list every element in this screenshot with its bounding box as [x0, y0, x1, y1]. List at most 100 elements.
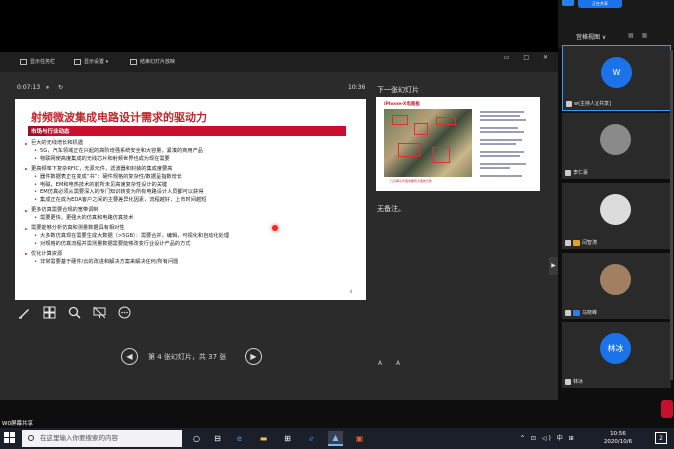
- participant-tile[interactable]: 李仁豪: [562, 113, 671, 179]
- participant-name: 马晓峰: [582, 310, 598, 316]
- windows-start-icon[interactable]: [4, 432, 16, 444]
- component-highlight: [436, 117, 456, 125]
- taskbar-clock[interactable]: 10:56 2020/10/6: [598, 430, 638, 446]
- next-slide-thumbnail[interactable]: iPhone-X电路板 几乎每平方毫米都有大量的元件: [376, 97, 540, 191]
- chevron-right-icon[interactable]: ▶: [549, 257, 558, 275]
- slide-bullet: 非常需要基于硬件/云的改进和解决方案来解决任何/所有问题: [23, 259, 358, 267]
- zoom-icon[interactable]: [66, 304, 83, 321]
- text-line: [480, 127, 518, 129]
- grid-icon[interactable]: [41, 304, 58, 321]
- component-highlight: [414, 123, 428, 135]
- slide-bullet: 对规格的仿真流程并需测量数据需要能够改变行业设计产品的方式: [23, 241, 358, 249]
- text-line: [480, 119, 526, 121]
- elapsed-timer: 0:07:13: [17, 84, 41, 91]
- next-slide-title: iPhone-X电路板: [384, 102, 420, 107]
- timer-row: 0:07:13 ⏸ ↻ 10:36: [0, 84, 558, 96]
- mic-icon: [565, 239, 571, 246]
- text-line: [480, 143, 516, 145]
- notification-center-icon[interactable]: 2: [655, 432, 667, 444]
- text-line: [480, 163, 526, 165]
- display-settings-button[interactable]: 显示设置 ▾: [74, 58, 108, 67]
- text-line: [480, 175, 522, 177]
- store-icon[interactable]: ⊞: [280, 431, 295, 446]
- slide-page-number: 4: [349, 289, 352, 294]
- speaker-notes: 无备注。: [377, 205, 405, 213]
- participant-name: 闫智涛: [582, 240, 598, 246]
- next-slide-label: 下一张幻灯片: [377, 86, 419, 94]
- participant-name: 林冰: [573, 379, 584, 385]
- avatar: W: [601, 57, 632, 88]
- slide-counter: 第 4 张幻灯片，共 37 张: [148, 353, 227, 361]
- font-size-controls[interactable]: A A: [378, 360, 406, 367]
- pause-icon[interactable]: ⏸: [46, 84, 49, 92]
- participant-name-row: w(主持人)[共享]: [566, 100, 611, 107]
- search-placeholder: 在这里输入你要搜索的内容: [40, 434, 118, 442]
- component-highlight: [432, 147, 450, 163]
- slide-bullet-list: 巨大的无线增长和机遇5G，汽车领域正在兴起的高阶增强系统安全和大容量，紧凑的商用…: [23, 140, 358, 267]
- desktop-screen: 显示任务栏 显示设置 ▾ 结束幻灯片放映 ▭ □ ✕ 0:07:13 ⏸ ↻ 1…: [0, 0, 674, 449]
- clock-time: 10:56: [610, 431, 626, 437]
- chevron-left-icon[interactable]: ◀: [121, 348, 138, 365]
- text-line: [480, 167, 510, 169]
- participant-tile[interactable]: Ww(主持人)[共享]: [562, 45, 671, 111]
- text-line: [480, 131, 524, 133]
- layout-icon[interactable]: ▦ ▦: [628, 32, 650, 39]
- current-slide: 射频微波集成电路设计需求的驱动力 市场与行业动态 巨大的无线增长和机遇5G，汽车…: [15, 99, 366, 300]
- avatar: 林冰: [600, 333, 631, 364]
- participant-name-row: 林冰: [565, 378, 583, 385]
- ie-icon[interactable]: ℯ: [304, 431, 319, 446]
- task-switch-icon[interactable]: ⊟: [210, 431, 225, 446]
- system-tray[interactable]: ^ ⊡ ◁) 中 ⊞: [520, 433, 576, 442]
- slide-bullet: 5G，汽车领域正在兴起的高阶增强系统安全和大容量，紧凑的商用产品: [23, 148, 358, 156]
- reset-icon[interactable]: ↻: [58, 84, 63, 91]
- more-icon[interactable]: [116, 304, 133, 321]
- cast-icon[interactable]: [661, 400, 673, 418]
- mic-icon: [565, 378, 571, 385]
- screen-icon[interactable]: [91, 304, 108, 321]
- end-show-label: 结束幻灯片放映: [140, 59, 176, 65]
- text-line: [480, 151, 524, 153]
- component-highlight: [392, 115, 408, 125]
- search-icon: [28, 435, 34, 441]
- slide-bullet: 优化计算资源: [23, 251, 358, 259]
- next-slide-caption: 几乎每平方毫米都有大量的元件: [390, 179, 433, 183]
- window-controls[interactable]: ▭ □ ✕: [504, 54, 554, 61]
- mic-icon: [566, 100, 572, 107]
- task-view-icon[interactable]: ○: [189, 431, 204, 446]
- text-line: [480, 155, 520, 157]
- end-show-button[interactable]: 结束幻灯片放映: [130, 58, 175, 67]
- circuit-board-image: [384, 109, 472, 177]
- show-taskbar-label: 显示任务栏: [30, 59, 56, 65]
- file-explorer-icon[interactable]: ▬: [256, 431, 271, 446]
- participant-tile[interactable]: 马晓峰: [562, 253, 671, 319]
- slide-bullet: 大多数仿真现在需要生成大数据（>5GB）：需要合并，编辑，可视化和自动化处理: [23, 233, 358, 241]
- avatar: [600, 264, 631, 295]
- participant-tile[interactable]: 闫智涛: [562, 183, 671, 249]
- powerpoint-icon[interactable]: ▣: [352, 431, 367, 446]
- show-taskbar-button[interactable]: 显示任务栏: [20, 58, 55, 67]
- gallery-view-toggle[interactable]: 宫格视图 ∨: [576, 32, 606, 41]
- slide-bullet: 需要能够分析仿真和测量数据具有相对性: [23, 225, 358, 233]
- slide-bullet: 更高频率下复杂RFIC，无源元件，滤波器和封装的集成度要高: [23, 166, 358, 174]
- end-show-icon: [130, 58, 137, 65]
- slide-bullet: 更多仿真需要合规的宽带调制: [23, 207, 358, 215]
- slide-subtitle-band: [28, 126, 346, 136]
- taskbar-search-box[interactable]: 在这里输入你要搜索的内容: [22, 430, 182, 447]
- sharing-badge[interactable]: 正在共享: [578, 0, 622, 8]
- participant-tile[interactable]: 林冰 林冰: [562, 322, 671, 388]
- pen-icon[interactable]: [16, 304, 33, 321]
- laser-pointer: [272, 225, 278, 231]
- role-icon: [573, 239, 580, 246]
- current-time: 10:36: [348, 84, 366, 91]
- chevron-right-icon[interactable]: ▶: [245, 348, 262, 365]
- presenter-toolbar: 显示任务栏 显示设置 ▾ 结束幻灯片放映 ▭ □ ✕: [0, 52, 558, 72]
- text-line: [480, 111, 524, 113]
- participant-name: 李仁豪: [573, 170, 589, 176]
- clock-date: 2020/10/6: [603, 439, 633, 445]
- edge-icon[interactable]: e: [232, 431, 247, 446]
- meeting-app-icon[interactable]: ▲: [328, 431, 343, 446]
- text-line: [480, 139, 522, 141]
- slide-bullet: 巨大的无线增长和机遇: [23, 140, 358, 148]
- slide-tools: [16, 304, 146, 322]
- panel-scrollbar[interactable]: [670, 50, 673, 380]
